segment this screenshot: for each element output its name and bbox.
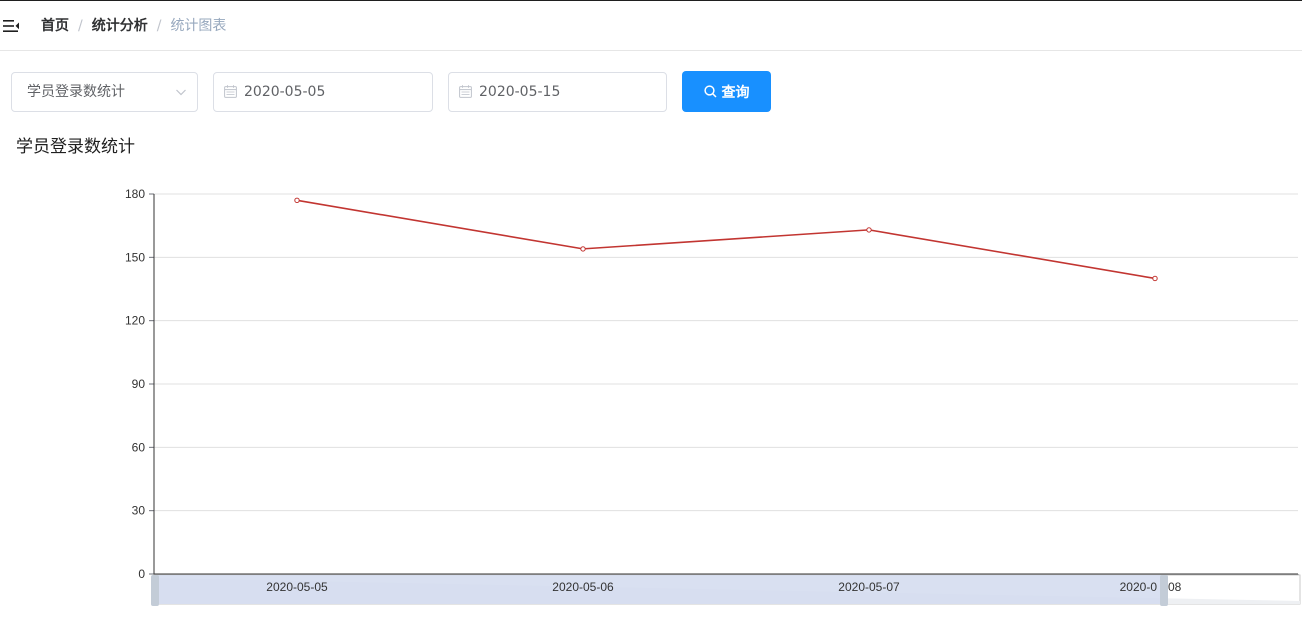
x-tick-label: 2020-0 [1120,580,1158,594]
y-tick-label: 0 [138,567,145,581]
x-tick-label: 2020-05-05 [266,580,328,594]
login-count-line-chart: 0 30 60 90 120 150 180 2020-05-05 2020-05-06 2020… [125,187,1301,606]
y-tick-label: 60 [132,440,146,454]
data-point [866,227,872,233]
y-tick-label: 120 [125,314,145,328]
data-zoom-handle-right [1160,575,1168,606]
y-tick-label: 150 [125,250,145,264]
y-tick-label: 30 [132,504,146,518]
y-tick-label: 90 [132,377,146,391]
x-tick-label: 08 [1168,580,1182,594]
x-tick-label: 2020-05-07 [838,580,900,594]
y-tick-label: 180 [125,187,145,201]
data-point [580,246,586,252]
series-line [296,199,1156,280]
x-tick-label: 2020-05-06 [552,580,614,594]
data-point [1152,275,1158,282]
data-point [294,197,300,204]
data-zoom-handle-left [151,575,159,606]
